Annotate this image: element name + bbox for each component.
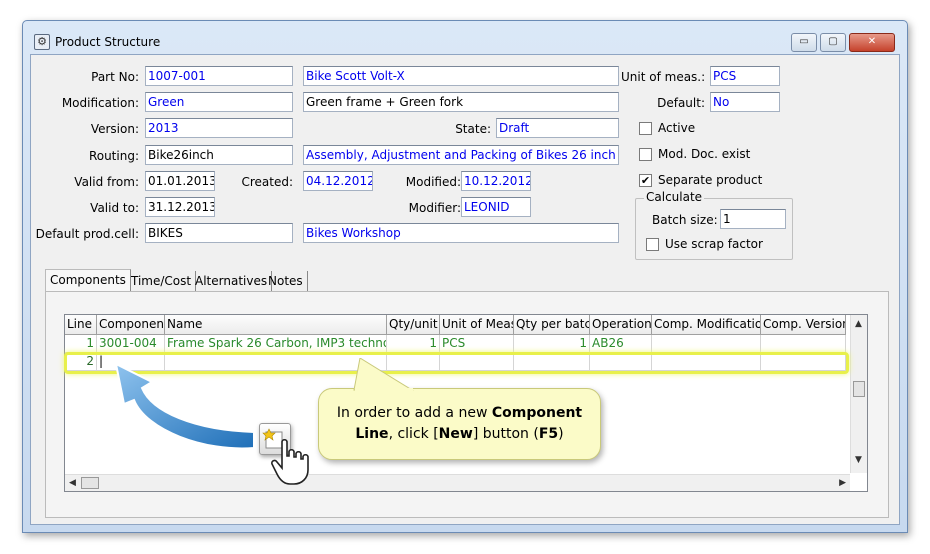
default-cell-field[interactable]: BIKES: [145, 223, 293, 243]
hand-cursor-icon: [271, 438, 309, 485]
active-checkbox[interactable]: [639, 122, 652, 135]
row1-comp-mod[interactable]: [652, 335, 761, 353]
version-field[interactable]: 2013: [145, 118, 293, 138]
default-field[interactable]: No: [710, 92, 780, 112]
minimize-button[interactable]: ▭: [791, 33, 817, 52]
col-comp-version[interactable]: Comp. Version: [761, 315, 846, 335]
callout-text-2: , click [: [388, 426, 439, 442]
modifier-field[interactable]: LEONID: [461, 197, 531, 217]
default-cell-label: Default prod.cell:: [35, 227, 139, 241]
row1-component[interactable]: 3001-004: [97, 335, 165, 353]
row1-operation[interactable]: AB26: [590, 335, 652, 353]
row1-comp-ver[interactable]: [761, 335, 846, 353]
tab-alternatives[interactable]: Alternatives: [191, 271, 273, 293]
col-comp-modification[interactable]: Comp. Modification: [652, 315, 761, 335]
calculate-group: Calculate Batch size: 1 Use scrap factor: [635, 190, 793, 260]
part-no-label: Part No:: [91, 70, 139, 84]
separate-product-label: Separate product: [658, 173, 763, 187]
batch-size-label: Batch size:: [652, 213, 718, 227]
separate-product-checkbox[interactable]: ✔: [639, 174, 652, 187]
row1-qty-unit[interactable]: 1: [387, 335, 440, 353]
valid-to-field[interactable]: 31.12.2013: [145, 197, 215, 217]
active-label: Active: [658, 121, 696, 135]
created-field[interactable]: 04.12.2012: [303, 171, 373, 191]
tab-components[interactable]: Components: [45, 269, 131, 291]
unit-label: Unit of meas.:: [621, 70, 706, 84]
horizontal-scroll-thumb[interactable]: [81, 477, 99, 489]
title-bar: ⚙ Product Structure ▭ ▢ ✕: [23, 21, 907, 53]
routing-label: Routing:: [88, 149, 139, 163]
instruction-callout: In order to add a new Component Line, cl…: [318, 388, 601, 460]
tab-time-cost[interactable]: Time/Cost: [127, 271, 197, 293]
callout-pointer: [353, 358, 414, 392]
horizontal-scrollbar[interactable]: ◀ ▶: [65, 474, 850, 491]
mod-doc-checkbox[interactable]: [639, 148, 652, 161]
maximize-button[interactable]: ▢: [820, 33, 846, 52]
default-label: Default:: [657, 96, 705, 110]
modified-label: Modified:: [405, 175, 461, 189]
callout-bold-4: F5: [538, 426, 559, 442]
tab-notes[interactable]: Notes: [264, 271, 308, 293]
row1-line[interactable]: 1: [65, 335, 97, 353]
curved-arrow-icon: [114, 362, 255, 450]
vertical-scrollbar[interactable]: ▲ ▼: [850, 315, 867, 473]
window-title: Product Structure: [55, 35, 161, 49]
unit-field[interactable]: PCS: [710, 66, 780, 86]
callout-bold-2: Line: [355, 426, 389, 442]
callout-text-3: ] button (: [472, 426, 539, 442]
modifier-label: Modifier:: [408, 201, 461, 215]
scrap-factor-checkbox[interactable]: [646, 238, 659, 251]
valid-from-label: Valid from:: [74, 175, 139, 189]
close-button[interactable]: ✕: [849, 33, 895, 52]
col-name[interactable]: Name: [165, 315, 387, 335]
col-unit-of-meas[interactable]: Unit of Meas.: [440, 315, 514, 335]
calculate-title: Calculate: [644, 190, 705, 204]
scroll-down-icon[interactable]: ▼: [855, 455, 862, 465]
scrap-factor-label: Use scrap factor: [665, 237, 763, 251]
modification-desc-field[interactable]: Green frame + Green fork: [303, 92, 619, 112]
routing-field[interactable]: Bike26inch: [145, 145, 293, 165]
row1-name[interactable]: Frame Spark 26 Carbon, IMP3 technology: [165, 335, 387, 353]
modification-label: Modification:: [61, 96, 139, 110]
scroll-up-icon[interactable]: ▲: [855, 319, 862, 329]
col-line[interactable]: Line: [65, 315, 97, 335]
created-label: Created:: [241, 175, 293, 189]
state-label: State:: [455, 122, 491, 136]
scroll-left-icon[interactable]: ◀: [69, 478, 76, 488]
state-field[interactable]: Draft: [496, 118, 619, 138]
part-name-field[interactable]: Bike Scott Volt-X: [303, 66, 619, 86]
app-icon: ⚙: [34, 34, 50, 50]
row1-qty-batch[interactable]: 1: [514, 335, 590, 353]
col-component[interactable]: Component: [97, 315, 165, 335]
col-operation[interactable]: Operation: [590, 315, 652, 335]
modification-field[interactable]: Green: [145, 92, 293, 112]
default-cell-desc-field[interactable]: Bikes Workshop: [303, 223, 619, 243]
batch-size-field[interactable]: 1: [720, 209, 786, 229]
version-label: Version:: [90, 122, 139, 136]
callout-bold-3: New: [438, 426, 473, 442]
mod-doc-label: Mod. Doc. exist: [658, 147, 751, 161]
scroll-right-icon[interactable]: ▶: [839, 478, 846, 488]
col-qty-unit[interactable]: Qty/unit: [387, 315, 440, 335]
routing-desc-field[interactable]: Assembly, Adjustment and Packing of Bike…: [303, 145, 619, 165]
col-qty-per-batch[interactable]: Qty per batch: [514, 315, 590, 335]
modified-field[interactable]: 10.12.2012 ': [461, 171, 531, 191]
valid-to-label: Valid to:: [90, 201, 139, 215]
callout-text-4: ): [558, 426, 564, 442]
vertical-scroll-thumb[interactable]: [853, 381, 865, 397]
callout-text-1: In order to add a new: [336, 405, 492, 421]
row1-uom[interactable]: PCS: [440, 335, 514, 353]
part-no-field[interactable]: 1007-001: [145, 66, 293, 86]
callout-bold-1: Component: [491, 405, 583, 421]
valid-from-field[interactable]: 01.01.2013: [145, 171, 215, 191]
